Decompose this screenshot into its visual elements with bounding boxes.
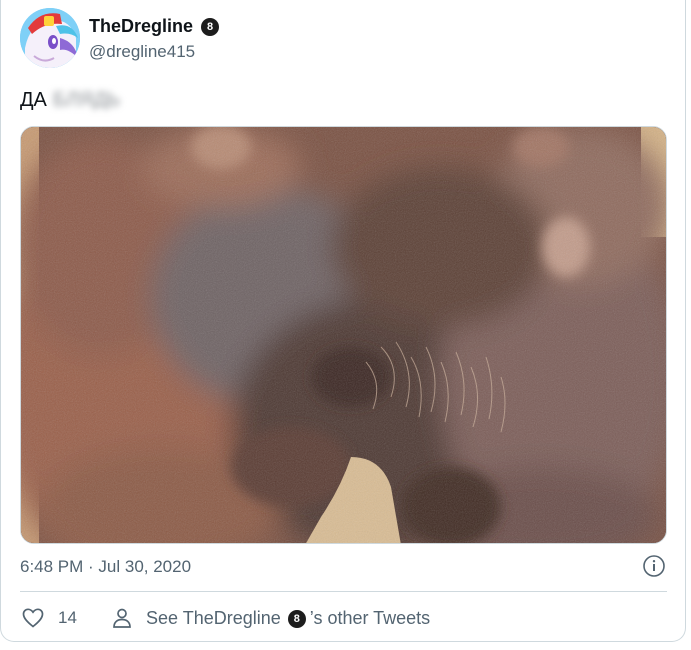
tweet-text-blurred: БЛЯДЬ: [52, 89, 121, 111]
tweet-media-image[interactable]: [20, 126, 667, 544]
see-other-tweets-link[interactable]: See TheDregline 8 ’s other Tweets: [146, 608, 430, 629]
other-tweets-prefix: See TheDregline: [146, 608, 281, 628]
like-count[interactable]: 14: [58, 608, 77, 628]
avatar[interactable]: [20, 8, 80, 68]
pony-avatar-icon: [20, 8, 80, 68]
tweet-text-visible: ДА: [20, 89, 47, 111]
tweet-card: TheDregline 8 @dregline415 ДА БЛЯДЬ 6:48…: [0, 0, 686, 642]
media-photo: [21, 127, 666, 543]
info-icon[interactable]: [642, 554, 666, 578]
display-name[interactable]: TheDregline 8: [89, 16, 220, 37]
tweet-timestamp[interactable]: 6:48 PM · Jul 30, 2020: [20, 557, 191, 577]
person-icon[interactable]: [110, 606, 134, 630]
eight-ball-icon: 8: [287, 609, 306, 628]
display-name-text: TheDregline: [89, 16, 194, 36]
divider: [20, 591, 667, 592]
eight-ball-icon: 8: [201, 17, 220, 36]
tweet-text: ДА БЛЯДЬ: [20, 89, 120, 112]
user-handle[interactable]: @dregline415: [89, 42, 195, 62]
heart-icon[interactable]: [21, 606, 45, 630]
other-tweets-suffix: ’s other Tweets: [309, 608, 431, 628]
